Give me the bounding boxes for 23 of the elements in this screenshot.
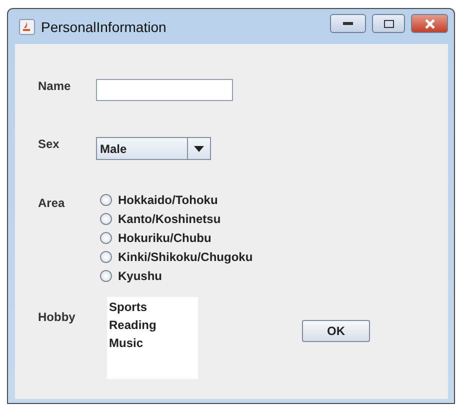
area-radio[interactable]: Kinki/Shikoku/Chugoku: [100, 250, 253, 264]
name-label: Name: [38, 79, 72, 93]
sex-dropdown[interactable]: Male: [96, 137, 211, 160]
area-radio[interactable]: Hokuriku/Chubu: [100, 231, 253, 245]
caret-icon: [194, 146, 204, 152]
ok-button[interactable]: OK: [302, 320, 370, 342]
area-label: Area: [38, 196, 66, 210]
hobby-item[interactable]: Sports: [109, 300, 196, 314]
hobby-item[interactable]: Reading: [109, 318, 196, 332]
name-field[interactable]: [96, 79, 233, 101]
minimize-button[interactable]: [330, 14, 366, 33]
area-radio[interactable]: Kyushu: [100, 269, 253, 283]
close-button[interactable]: [411, 14, 448, 33]
sex-label: Sex: [38, 137, 60, 151]
hobby-label: Hobby: [38, 310, 76, 324]
area-radio[interactable]: Hokkaido/Tohoku: [100, 193, 253, 207]
minimize-icon: [343, 22, 353, 26]
window-title: PersonalInformation: [41, 18, 168, 34]
close-icon: [424, 18, 436, 28]
maximize-button[interactable]: [372, 14, 405, 33]
hobby-item[interactable]: Music: [109, 336, 196, 350]
area-radio[interactable]: Kanto/Koshinetsu: [100, 212, 253, 226]
maximize-icon: [384, 20, 394, 28]
